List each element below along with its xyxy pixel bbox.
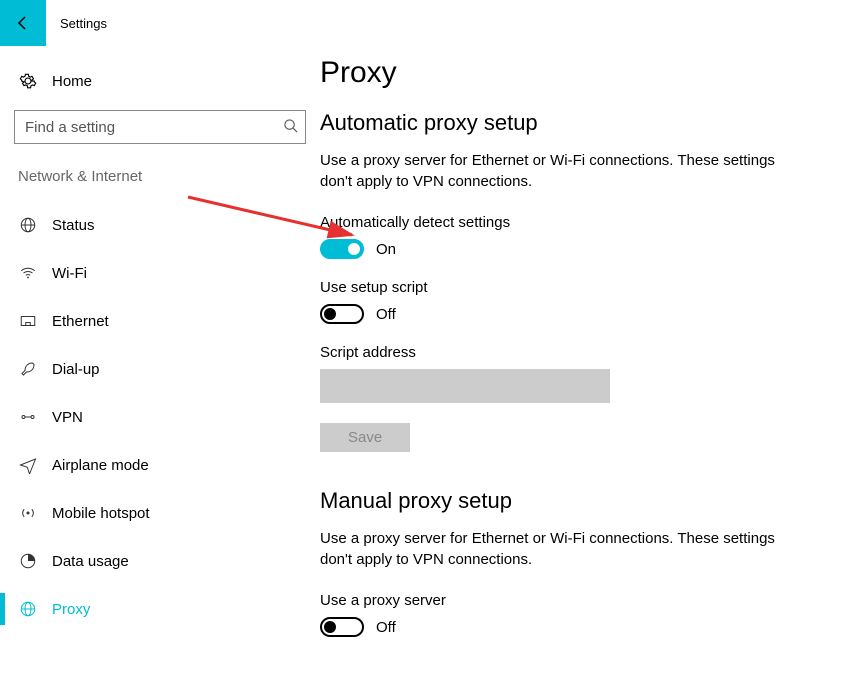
gear-icon	[18, 72, 38, 90]
app-title: Settings	[60, 16, 107, 31]
sidebar-item-airplane[interactable]: Airplane mode	[0, 441, 320, 489]
sidebar-item-label: Ethernet	[52, 313, 109, 330]
detect-toggle-state: On	[376, 241, 396, 258]
script-address-input[interactable]	[320, 369, 610, 403]
arrow-left-icon	[15, 15, 31, 31]
vpn-icon	[18, 408, 38, 426]
sidebar-item-label: Status	[52, 217, 95, 234]
sidebar-item-hotspot[interactable]: Mobile hotspot	[0, 489, 320, 537]
dialup-icon	[18, 360, 38, 378]
page-title: Proxy	[320, 56, 844, 90]
sidebar-item-dialup[interactable]: Dial-up	[0, 345, 320, 393]
section-auto-heading: Automatic proxy setup	[320, 110, 844, 136]
save-button[interactable]: Save	[320, 423, 410, 452]
sidebar: Home Network & Internet Status Wi-Fi Eth…	[0, 46, 320, 694]
toggle-on-icon	[320, 239, 364, 259]
section-manual-desc: Use a proxy server for Ethernet or Wi-Fi…	[320, 528, 790, 570]
detect-toggle[interactable]: On	[320, 239, 844, 259]
sidebar-item-label: Proxy	[52, 601, 90, 618]
script-toggle-state: Off	[376, 306, 396, 323]
use-proxy-toggle[interactable]: Off	[320, 617, 844, 637]
script-address-label: Script address	[320, 344, 844, 361]
search-input[interactable]	[14, 110, 306, 144]
sidebar-item-datausage[interactable]: Data usage	[0, 537, 320, 585]
sidebar-item-status[interactable]: Status	[0, 201, 320, 249]
sidebar-item-label: Data usage	[52, 553, 129, 570]
sidebar-item-vpn[interactable]: VPN	[0, 393, 320, 441]
wifi-icon	[18, 264, 38, 282]
title-bar: Settings	[0, 0, 864, 46]
proxy-icon	[18, 600, 38, 618]
sidebar-item-label: Wi-Fi	[52, 265, 87, 282]
sidebar-section-title: Network & Internet	[0, 168, 320, 185]
ethernet-icon	[18, 312, 38, 330]
search-icon	[283, 118, 298, 136]
use-proxy-label: Use a proxy server	[320, 592, 844, 609]
back-button[interactable]	[0, 0, 46, 46]
use-proxy-toggle-state: Off	[376, 619, 396, 636]
toggle-off-icon	[320, 304, 364, 324]
sidebar-item-label: Airplane mode	[52, 457, 149, 474]
toggle-off-icon	[320, 617, 364, 637]
sidebar-home-label: Home	[52, 73, 92, 90]
section-manual-heading: Manual proxy setup	[320, 488, 844, 514]
globe-icon	[18, 216, 38, 234]
hotspot-icon	[18, 504, 38, 522]
sidebar-item-proxy[interactable]: Proxy	[0, 585, 320, 633]
sidebar-item-label: Mobile hotspot	[52, 505, 150, 522]
data-usage-icon	[18, 552, 38, 570]
sidebar-item-ethernet[interactable]: Ethernet	[0, 297, 320, 345]
script-toggle[interactable]: Off	[320, 304, 844, 324]
detect-label: Automatically detect settings	[320, 214, 844, 231]
sidebar-home[interactable]: Home	[0, 62, 320, 100]
search-wrap	[14, 110, 306, 144]
section-auto-desc: Use a proxy server for Ethernet or Wi-Fi…	[320, 150, 790, 192]
sidebar-item-label: VPN	[52, 409, 83, 426]
sidebar-item-label: Dial-up	[52, 361, 100, 378]
content-pane: Proxy Automatic proxy setup Use a proxy …	[320, 46, 864, 694]
airplane-icon	[18, 456, 38, 474]
sidebar-item-wifi[interactable]: Wi-Fi	[0, 249, 320, 297]
script-label: Use setup script	[320, 279, 844, 296]
